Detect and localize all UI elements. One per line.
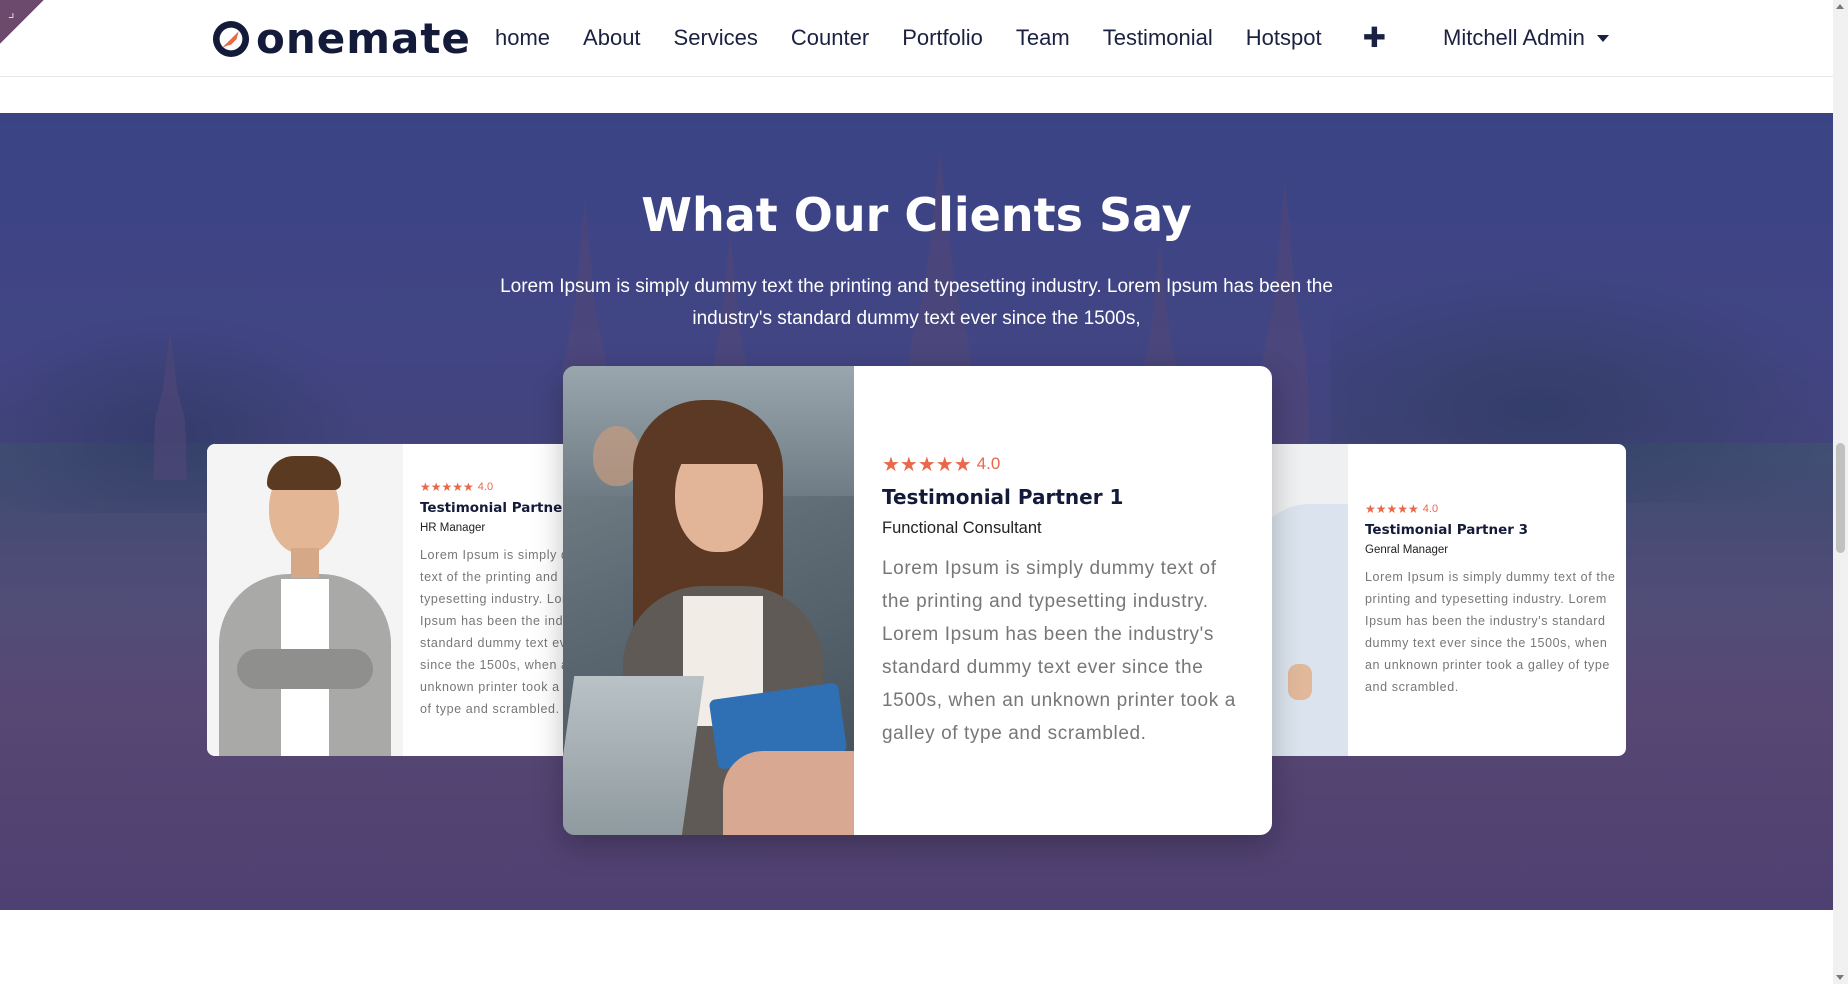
- partner-3-rating: ★★★★★ 4.0: [1365, 502, 1439, 516]
- nav-services[interactable]: Services: [674, 25, 758, 51]
- testimonial-card-partner-3[interactable]: ★★★★★ 4.0 Testimonial Partner 3 Genral M…: [1210, 444, 1626, 756]
- star-icon: ★★★★★: [420, 480, 474, 494]
- partner-1-rating: ★★★★★ 4.0: [882, 453, 1001, 476]
- partner-1-role: Functional Consultant: [882, 518, 1042, 537]
- section-subtitle: Lorem Ipsum is simply dummy text the pri…: [500, 276, 1333, 329]
- testimonial-section: What Our Clients Say Lorem Ipsum is simp…: [0, 113, 1833, 910]
- page-scrollbar[interactable]: [1833, 0, 1848, 984]
- editor-corner-toggle[interactable]: ⌟: [0, 0, 44, 44]
- nav-home[interactable]: home: [495, 25, 550, 51]
- testimonial-card-partner-2[interactable]: ★★★★★ 4.0 Testimonial Partner 2 HR Manag…: [207, 444, 607, 756]
- scroll-down-icon[interactable]: [1836, 975, 1844, 980]
- user-menu-dropdown[interactable]: Mitchell Admin: [1443, 0, 1609, 76]
- main-nav: home About Services Counter Portfolio Te…: [495, 0, 1386, 76]
- brand-logo[interactable]: onemate: [212, 18, 471, 60]
- partner-3-quote: Lorem Ipsum is simply dummy text of the …: [1365, 570, 1616, 694]
- partner-3-name: Testimonial Partner 3: [1365, 522, 1528, 538]
- nav-about[interactable]: About: [583, 25, 641, 51]
- rocket-logo-icon: [212, 20, 250, 58]
- nav-counter[interactable]: Counter: [791, 25, 869, 51]
- nav-hotspot[interactable]: Hotspot: [1246, 25, 1322, 51]
- partner-1-quote: Lorem Ipsum is simply dummy text of the …: [882, 557, 1236, 744]
- nav-testimonial[interactable]: Testimonial: [1103, 25, 1213, 51]
- plus-icon[interactable]: ✚: [1363, 24, 1386, 52]
- section-title: What Our Clients Say: [641, 188, 1192, 242]
- nav-team[interactable]: Team: [1016, 25, 1070, 51]
- partner-1-photo: [563, 366, 854, 835]
- brand-name: onemate: [256, 14, 471, 63]
- caret-down-icon: [1596, 34, 1609, 42]
- user-name: Mitchell Admin: [1443, 25, 1585, 50]
- scroll-thumb[interactable]: [1836, 443, 1845, 553]
- navbar: onemate home About Services Counter Port…: [0, 0, 1833, 77]
- partner-1-name: Testimonial Partner 1: [882, 484, 1124, 509]
- partner-3-role: Genral Manager: [1365, 544, 1449, 556]
- partner-2-photo: [207, 444, 403, 756]
- star-icon: ★★★★★: [1365, 502, 1419, 516]
- scroll-up-icon[interactable]: [1836, 4, 1844, 9]
- testimonial-card-partner-1[interactable]: ★★★★★ 4.0 Testimonial Partner 1 Function…: [563, 366, 1272, 835]
- star-icon: ★★★★★: [882, 453, 972, 476]
- nav-portfolio[interactable]: Portfolio: [902, 25, 983, 51]
- partner-3-content: ★★★★★ 4.0 Testimonial Partner 3 Genral M…: [1348, 444, 1626, 756]
- partner-1-content: ★★★★★ 4.0 Testimonial Partner 1 Function…: [854, 366, 1272, 835]
